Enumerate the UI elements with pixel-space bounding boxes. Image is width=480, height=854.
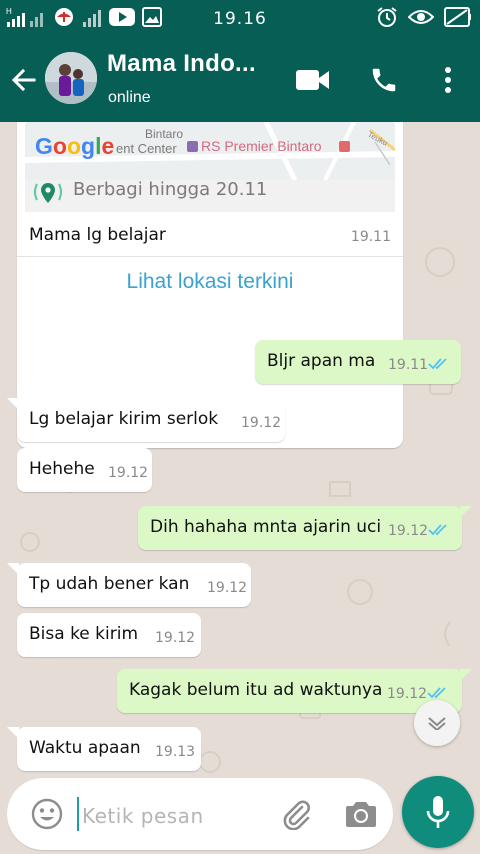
scroll-to-bottom-button[interactable] xyxy=(414,700,460,746)
message-incoming[interactable]: Tp udah bener kan 19.12 xyxy=(17,563,251,607)
more-vert-icon[interactable] xyxy=(430,62,466,98)
google-logo: Google xyxy=(35,133,114,159)
camera-icon[interactable] xyxy=(345,799,377,829)
contact-name[interactable]: Mama Indo... xyxy=(107,50,256,78)
message-text: Dih hahaha mnta ajarin uci xyxy=(150,517,382,537)
contact-status: online xyxy=(108,89,151,106)
read-ticks-icon xyxy=(428,358,447,370)
view-live-location-button[interactable]: Lihat lokasi terkini xyxy=(17,270,403,294)
emoji-icon[interactable] xyxy=(31,798,63,830)
message-text: Hehehe xyxy=(29,459,95,479)
chat-area[interactable]: Google Bintaro ent Center RS Premier Bin… xyxy=(0,122,480,776)
location-pin-icon xyxy=(33,180,63,211)
read-ticks-icon xyxy=(427,687,446,699)
message-time: 19.12 xyxy=(388,523,429,539)
attach-icon[interactable] xyxy=(280,798,312,830)
composer-bar: Ketik pesan xyxy=(0,776,480,854)
message-time: 19.11 xyxy=(350,229,391,245)
status-right-icons xyxy=(376,6,472,32)
message-incoming[interactable]: Bisa ke kirim 19.12 xyxy=(17,613,201,657)
message-text: Bljr apan ma xyxy=(267,351,376,371)
mic-icon xyxy=(426,796,450,828)
message-incoming[interactable]: Hehehe 19.12 xyxy=(17,448,152,492)
card-divider xyxy=(17,256,403,257)
chat-header: Mama Indo... online xyxy=(0,38,480,122)
message-time: 19.12 xyxy=(241,415,282,431)
text-cursor xyxy=(77,797,79,831)
message-text: Bisa ke kirim xyxy=(29,624,139,644)
map-label-center: ent Center xyxy=(116,141,177,156)
message-incoming[interactable]: Waktu apaan 19.13 xyxy=(17,727,201,771)
message-placeholder: Ketik pesan xyxy=(82,804,204,828)
message-incoming[interactable]: Lg belajar kirim serlok 19.12 xyxy=(17,398,285,442)
read-ticks-icon xyxy=(428,524,447,536)
message-time: 19.12 xyxy=(155,630,196,646)
video-call-icon[interactable] xyxy=(295,62,331,98)
message-time: 19.13 xyxy=(155,744,196,760)
hospital-marker-icon xyxy=(187,141,198,152)
eye-comfort-icon xyxy=(407,8,435,31)
back-arrow-icon[interactable] xyxy=(10,66,38,94)
message-outgoing[interactable]: Bljr apan ma 19.11 xyxy=(255,340,461,384)
message-time: 19.11 xyxy=(388,357,429,373)
share-until-text: Berbagi hingga 20.11 xyxy=(73,179,268,200)
map-label-bintaro: Bintaro xyxy=(145,127,183,141)
message-text: Kagak belum itu ad waktunya xyxy=(129,680,383,700)
message-time: 19.12 xyxy=(207,580,248,596)
message-time: 19.12 xyxy=(387,686,428,702)
bubble-tail xyxy=(7,727,19,739)
message-text: Tp udah bener kan xyxy=(29,574,190,594)
voice-record-button[interactable] xyxy=(402,776,474,848)
hospital-h-icon xyxy=(339,141,350,152)
bubble-tail xyxy=(460,506,472,518)
battery-icon xyxy=(444,6,472,32)
message-outgoing[interactable]: Kagak belum itu ad waktunya 19.12 xyxy=(117,669,462,713)
chevron-down-icon xyxy=(428,717,446,730)
message-input[interactable]: Ketik pesan xyxy=(7,778,393,850)
location-caption: Mama lg belajar xyxy=(29,225,166,245)
message-outgoing[interactable]: Dih hahaha mnta ajarin uci 19.12 xyxy=(138,506,462,550)
avatar[interactable] xyxy=(45,52,97,104)
alarm-icon xyxy=(376,6,398,33)
phone-icon[interactable] xyxy=(366,62,402,98)
message-text: Waktu apaan xyxy=(29,738,141,758)
bubble-tail xyxy=(460,669,472,681)
bubble-tail xyxy=(7,398,19,410)
map-label-hospital: RS Premier Bintaro xyxy=(201,138,322,154)
map-preview[interactable]: Google Bintaro ent Center RS Premier Bin… xyxy=(25,122,395,180)
status-bar: H 19.16 xyxy=(0,0,480,38)
message-time: 19.12 xyxy=(108,465,149,481)
bubble-tail xyxy=(7,563,19,575)
message-text: Lg belajar kirim serlok xyxy=(29,409,219,429)
